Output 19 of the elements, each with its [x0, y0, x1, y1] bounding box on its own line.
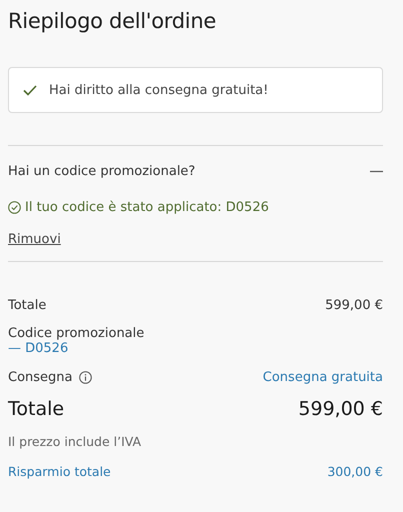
- summary-value: Consegna gratuita: [262, 370, 383, 384]
- applied-message: Il tuo codice è stato applicato: D0526: [25, 200, 269, 214]
- savings-value: 300,00 €: [327, 464, 383, 478]
- summary-label: Codice promozionale: [8, 326, 144, 341]
- summary-label: Totale: [8, 298, 46, 312]
- check-circle-icon: [8, 200, 21, 214]
- check-icon: [23, 84, 37, 96]
- vat-note: Il prezzo include l’IVA: [8, 434, 142, 448]
- promo-label: Hai un codice promozionale?: [8, 164, 196, 178]
- page-title: Riepilogo dell'ordine: [8, 8, 217, 35]
- savings-label: Risparmio totale: [8, 464, 111, 478]
- promo-code: — D0526: [8, 341, 68, 356]
- remove-link[interactable]: Rimuovi: [8, 232, 61, 247]
- info-icon[interactable]: [78, 370, 92, 384]
- notice-text: Hai diritto alla consegna gratuita!: [49, 82, 268, 98]
- total-label: Totale: [8, 398, 64, 420]
- summary-value: 599,00 €: [325, 298, 383, 312]
- summary-label: Consegna: [8, 370, 72, 384]
- total-value: 599,00 €: [298, 398, 383, 420]
